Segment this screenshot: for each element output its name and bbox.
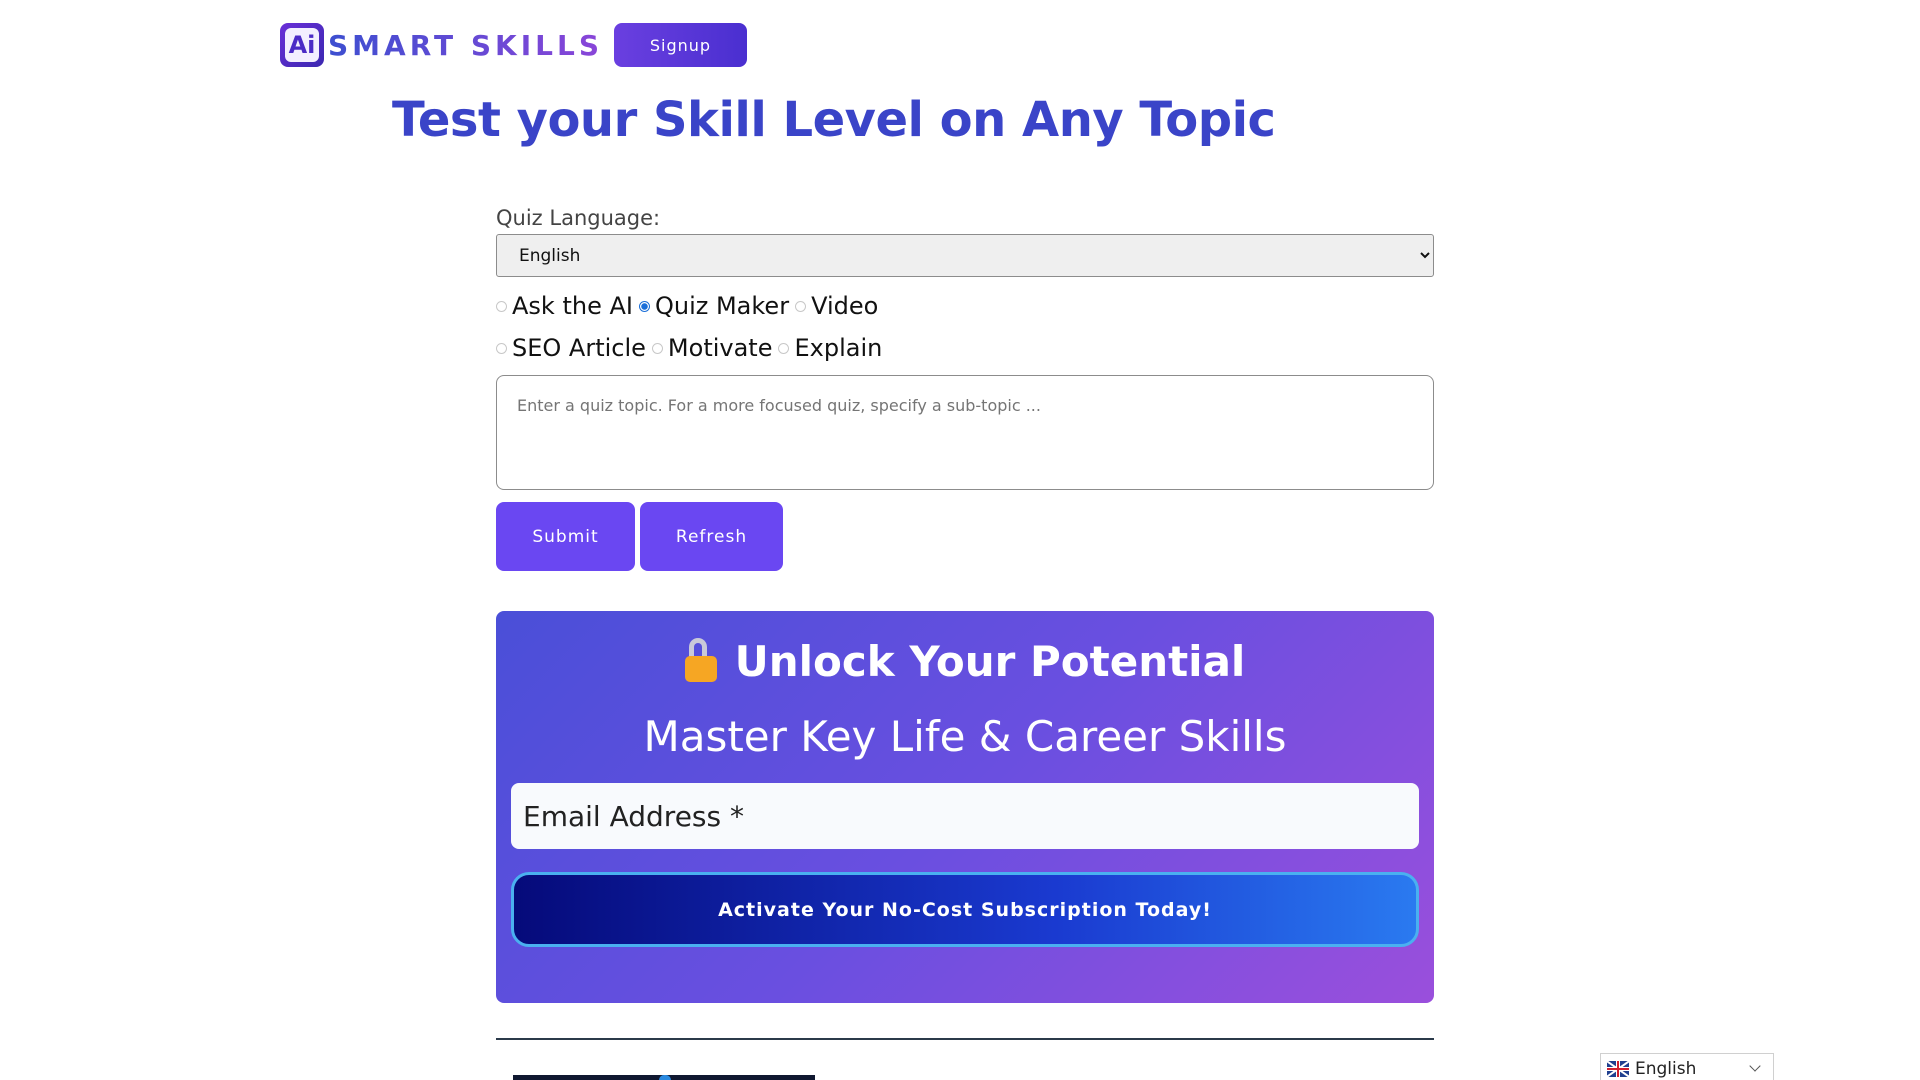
radio-video-label: Video xyxy=(811,292,879,320)
quiz-language-label: Quiz Language: xyxy=(496,206,661,230)
page-title: Test your Skill Level on Any Topic xyxy=(392,92,1276,148)
mode-radio-row-2: SEO Article Motivate Explain xyxy=(496,327,1434,369)
radio-motivate-label: Motivate xyxy=(667,334,773,362)
subscription-card: Unlock Your Potential Master Key Life & … xyxy=(496,611,1434,1003)
mode-radio-row-1: Ask the AI Quiz Maker Video xyxy=(496,285,1434,327)
language-switcher[interactable]: English xyxy=(1600,1053,1774,1080)
email-field[interactable] xyxy=(511,783,1419,849)
activate-subscription-button[interactable]: Activate Your No-Cost Subscription Today… xyxy=(511,872,1419,947)
signup-button[interactable]: Signup xyxy=(614,23,747,67)
logo[interactable]: Ai SMART SKILLS xyxy=(280,22,603,68)
form-actions: Submit Refresh xyxy=(496,502,1434,571)
logo-badge-letters: Ai xyxy=(285,28,319,62)
radio-ask-the-ai-label: Ask the AI xyxy=(512,292,633,320)
video-thumbnail[interactable] xyxy=(513,1075,815,1080)
radio-ask-the-ai[interactable]: Ask the AI xyxy=(496,292,633,320)
promo-title: Unlock Your Potential xyxy=(496,637,1434,686)
radio-seo-article-dot[interactable] xyxy=(496,342,507,354)
quiz-language-select[interactable]: English xyxy=(496,234,1434,277)
unlock-icon xyxy=(684,638,717,682)
radio-quiz-maker-dot[interactable] xyxy=(638,300,650,312)
radio-explain[interactable]: Explain xyxy=(778,334,882,362)
submit-button[interactable]: Submit xyxy=(496,502,635,571)
radio-video-dot[interactable] xyxy=(795,300,807,312)
radio-motivate[interactable]: Motivate xyxy=(651,334,773,362)
radio-explain-dot[interactable] xyxy=(778,342,790,354)
chevron-down-icon xyxy=(1749,1060,1761,1072)
refresh-button[interactable]: Refresh xyxy=(640,502,783,571)
logo-text: SMART SKILLS xyxy=(328,28,603,62)
radio-seo-article-label: SEO Article xyxy=(512,334,646,362)
quiz-topic-input[interactable] xyxy=(496,375,1434,490)
quiz-form: Quiz Language: English Ask the AI Quiz M… xyxy=(496,206,1434,571)
radio-explain-label: Explain xyxy=(794,334,883,362)
radio-ask-the-ai-dot[interactable] xyxy=(496,300,507,312)
section-divider xyxy=(496,1038,1434,1040)
uk-flag-icon xyxy=(1607,1060,1629,1077)
radio-quiz-maker[interactable]: Quiz Maker xyxy=(638,292,790,320)
radio-video[interactable]: Video xyxy=(795,292,878,320)
radio-motivate-dot[interactable] xyxy=(651,342,663,354)
radio-seo-article[interactable]: SEO Article xyxy=(496,334,646,362)
promo-subtitle: Master Key Life & Career Skills xyxy=(643,712,1287,761)
page: Ai SMART SKILLS Signup Test your Skill L… xyxy=(0,0,1920,1080)
radio-quiz-maker-label: Quiz Maker xyxy=(654,292,790,320)
logo-badge-icon: Ai xyxy=(280,23,324,67)
promo-title-text: Unlock Your Potential xyxy=(734,637,1246,686)
language-switcher-label: English xyxy=(1635,1058,1697,1079)
